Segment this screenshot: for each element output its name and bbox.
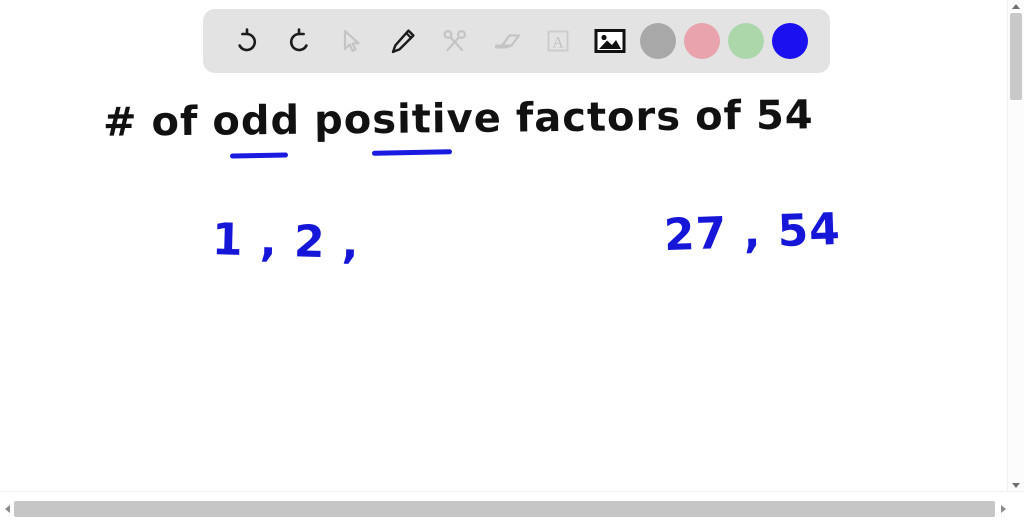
horizontal-scrollbar-thumb[interactable] — [14, 501, 995, 517]
handwritten-answer-left: 1 , 2 , — [211, 214, 361, 269]
scroll-up-arrow-icon[interactable] — [1008, 0, 1024, 13]
title-word-1: of — [151, 98, 199, 146]
redo-icon[interactable] — [277, 19, 321, 63]
svg-text:A: A — [553, 35, 565, 52]
handwritten-answer-right: 27 , 54 — [663, 203, 842, 262]
scrollbar-corner — [1008, 492, 1024, 522]
vertical-scrollbar-thumb[interactable] — [1010, 13, 1022, 100]
color-swatch-blue[interactable] — [771, 23, 808, 59]
scissors-icon[interactable] — [433, 19, 477, 63]
underline-odd — [229, 152, 289, 159]
eraser-icon[interactable] — [485, 19, 529, 63]
scroll-left-arrow-icon[interactable] — [0, 501, 14, 517]
title-word-5: of — [694, 93, 743, 140]
underline-positive — [371, 149, 453, 156]
title-word-4: factors — [515, 93, 682, 142]
title-word-0: # — [102, 99, 138, 146]
image-icon[interactable] — [588, 19, 632, 63]
pen-icon[interactable] — [381, 19, 425, 63]
drawing-toolbar: A — [203, 9, 830, 73]
vertical-scrollbar[interactable] — [1007, 0, 1024, 492]
drawing-canvas[interactable]: A # of odd positive factors of 54 1 , 2 , 2 — [0, 0, 1008, 492]
cursor-icon[interactable] — [329, 19, 373, 63]
handwritten-title: # of odd positive factors of 54 — [102, 92, 828, 146]
horizontal-scrollbar[interactable] — [0, 491, 1024, 522]
color-swatch-red[interactable] — [684, 23, 721, 59]
color-swatch-green[interactable] — [728, 23, 765, 59]
whiteboard-app: A # of odd positive factors of 54 1 , 2 , 2 — [0, 0, 1024, 522]
title-word-2: odd — [212, 97, 301, 145]
undo-icon[interactable] — [225, 19, 269, 63]
text-icon[interactable]: A — [536, 19, 580, 63]
title-word-3: positive — [313, 95, 503, 144]
color-swatch-gray[interactable] — [640, 23, 677, 59]
title-word-6: 54 — [755, 92, 814, 139]
